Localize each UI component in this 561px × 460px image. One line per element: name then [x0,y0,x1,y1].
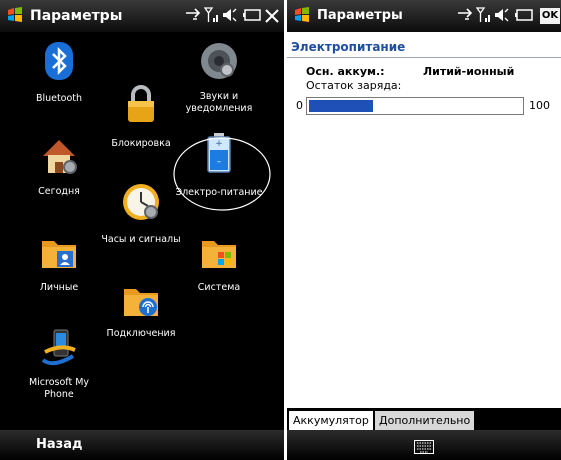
ok-button[interactable]: ok [540,8,560,24]
tile-clock-label: Часы и сигналы [101,234,181,245]
signal-icon [475,7,492,27]
section-title: Электропитание [291,40,406,54]
tile-connections-label: Подключения [106,328,176,339]
charge-progress-fill [309,100,373,112]
bluetooth-icon [45,42,73,80]
power-settings-screen: Параметры ok Электропитание Осн. аккум.:… [287,0,561,460]
windows-start-icon[interactable] [293,7,311,27]
connectivity-icon [185,7,203,25]
soft-key-bar: Назад [0,430,284,460]
folder-wireless-icon [124,289,158,316]
tile-today-label: Сегодня [38,186,80,197]
settings-screen: Параметры Bluetooth Звуки и уведомления … [0,0,284,460]
back-button[interactable]: Назад [36,437,82,452]
charge-label: Остаток заряда: [306,79,402,92]
clock-icon [123,184,159,220]
home-icon [43,140,77,174]
phone-sync-icon [41,329,76,366]
tile-system-label: Система [197,282,241,293]
tile-bluetooth-label: Bluetooth [35,93,83,104]
keyboard-icon[interactable] [414,439,434,458]
charge-progress-bar [306,97,524,115]
padlock-icon [128,85,154,122]
battery-type: Литий-ионный [423,65,515,78]
tab-advanced[interactable]: Дополнительно [375,411,475,431]
battery-label: Осн. аккум.: [306,65,385,78]
speaker-icon [201,43,237,79]
battery-icon [243,9,261,25]
page-title: Параметры [317,8,403,23]
signal-icon [203,7,220,27]
volume-icon [494,7,510,27]
tile-phone-label: Microsoft My Phone [28,377,90,400]
close-icon[interactable] [264,8,280,28]
folder-person-icon [42,241,76,268]
windows-start-icon[interactable] [6,7,24,27]
title-bar: Параметры ok [287,0,561,32]
tab-battery[interactable]: Аккумулятор [289,411,373,431]
scale-min: 0 [296,99,303,112]
battery-icon [515,9,533,25]
tile-sounds-label: Звуки и уведомления [185,91,253,114]
tile-personal-label: Личные [39,282,79,293]
section-separator [287,57,561,58]
scale-max: 100 [529,99,550,112]
folder-windows-icon [202,241,236,268]
soft-key-bar [287,430,561,460]
connectivity-icon [457,7,475,25]
tab-strip: Аккумулятор Дополнительно [287,408,561,432]
volume-icon [222,7,238,27]
page-title: Параметры [30,8,123,24]
power-highlight-ring [173,137,271,211]
title-bar: Параметры [0,0,284,32]
